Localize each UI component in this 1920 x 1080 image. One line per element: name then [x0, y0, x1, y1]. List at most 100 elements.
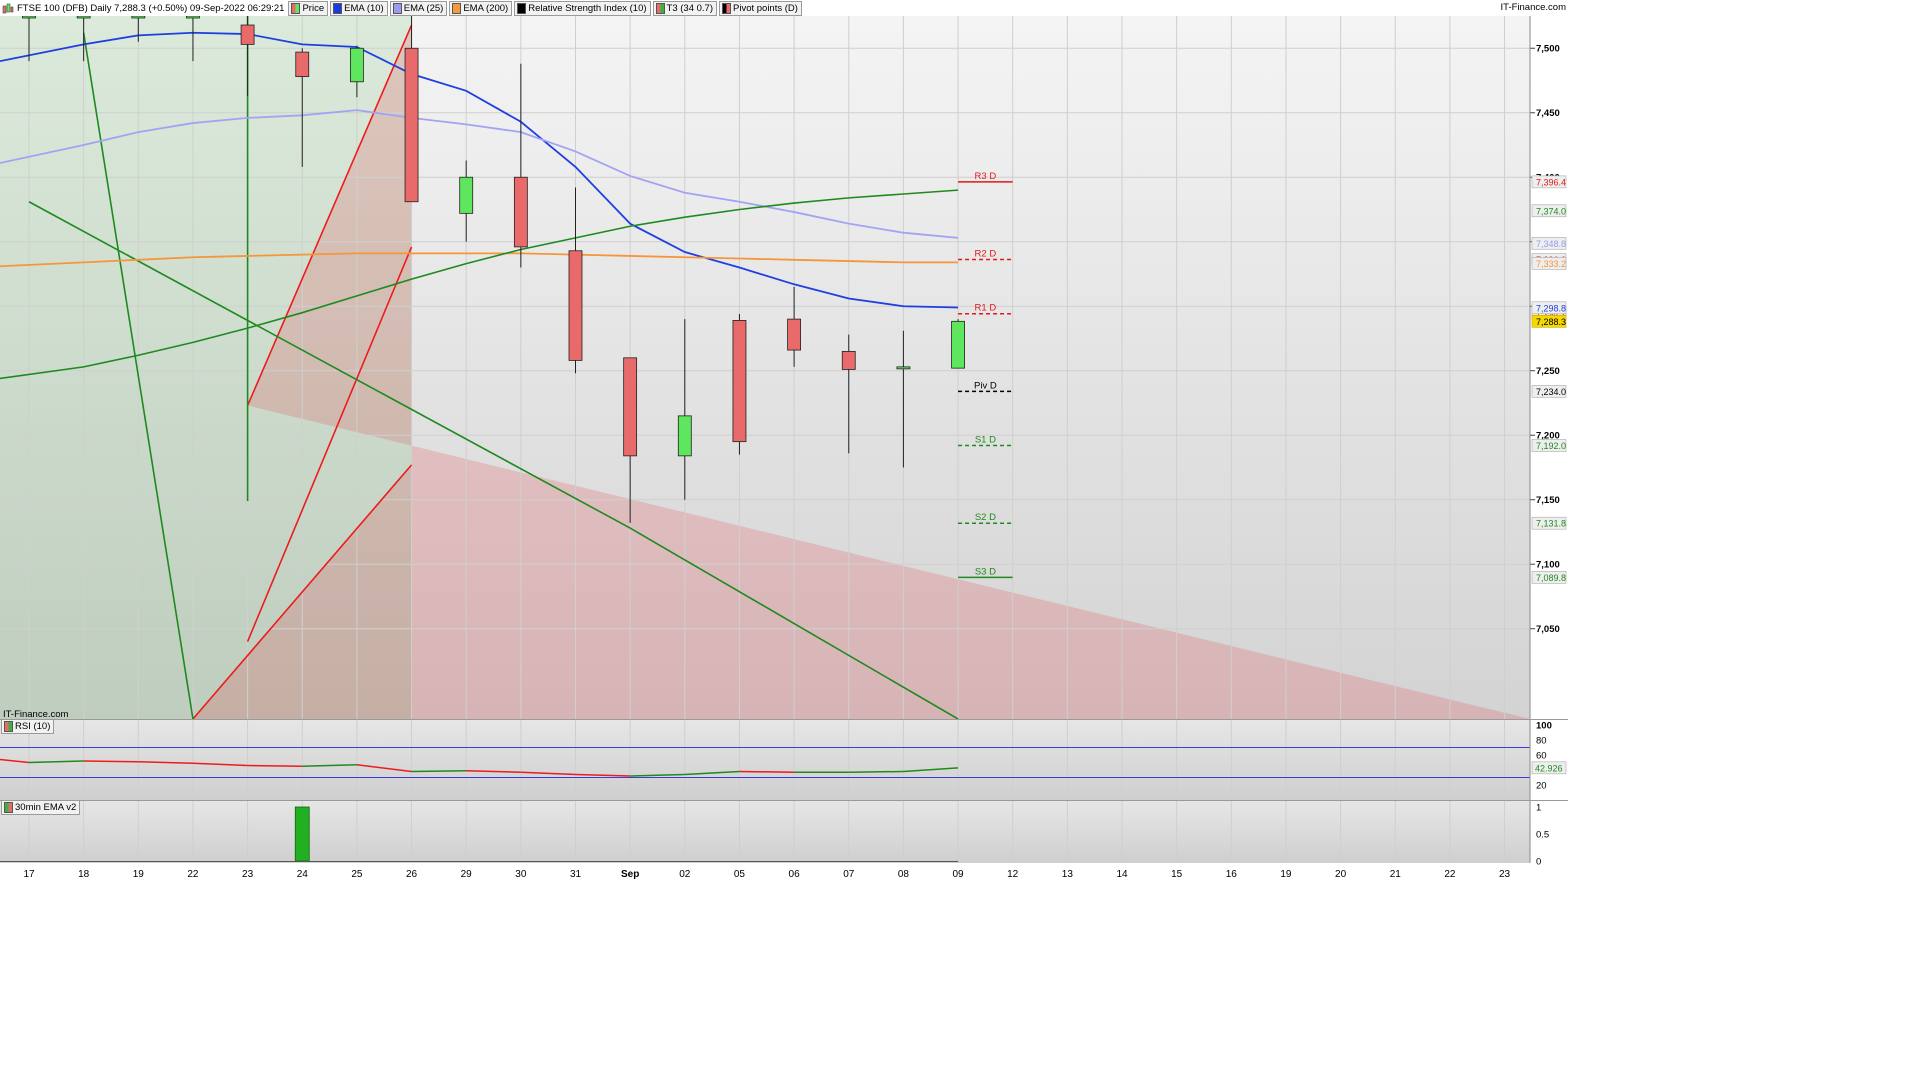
x-tick-label: 14: [1116, 869, 1128, 880]
rsi-panel-title: RSI (10): [15, 721, 51, 732]
legend-item-rsi[interactable]: Relative Strength Index (10): [514, 0, 651, 16]
candle-body: [186, 16, 200, 19]
color-swatch-icon: [517, 2, 527, 14]
color-swatch-icon: [392, 2, 402, 14]
legend-item-pivots[interactable]: Pivot points (D): [719, 0, 802, 16]
candle-icon: [655, 2, 665, 14]
x-tick-label: 05: [734, 869, 746, 880]
candle-body: [349, 47, 364, 83]
chart-title: FTSE 100 (DFB) Daily 7,288.3 (+0.50%) 09…: [17, 2, 285, 14]
legend-label: EMA (200): [463, 2, 509, 14]
candle-body: [787, 318, 801, 351]
signal-tick-label: 0: [1536, 857, 1541, 868]
x-tick-label: 09: [952, 869, 964, 880]
x-tick-label: 23: [242, 869, 254, 880]
candle-body: [22, 16, 36, 19]
pivot-label: Piv D: [974, 380, 997, 391]
x-tick-label: 16: [1226, 869, 1238, 880]
x-tick-label: 07: [843, 869, 855, 880]
pivot-value-tag: 7,192.0: [1536, 441, 1566, 451]
pivot-label: R2 D: [975, 249, 997, 260]
pivot-label: S3 D: [975, 566, 996, 577]
rsi-tick-label: 80: [1536, 736, 1547, 747]
candle-icon: [4, 721, 13, 732]
x-tick-label: 21: [1390, 869, 1402, 880]
rsi-segment: [739, 770, 795, 773]
rsi-panel-label[interactable]: RSI (10): [1, 719, 55, 734]
signal-tick-label: 1: [1536, 803, 1541, 814]
value-tag: 7,333.2: [1536, 259, 1566, 269]
chart-header: FTSE 100 (DFB) Daily 7,288.3 (+0.50%) 09…: [0, 0, 804, 16]
color-swatch-icon: [452, 2, 462, 14]
x-tick-label: 25: [351, 869, 363, 880]
x-tick-label: 13: [1062, 869, 1074, 880]
x-tick-label: 19: [1280, 869, 1292, 880]
pivot-value-tag: 7,396.4: [1536, 177, 1566, 187]
legend-item-ema200[interactable]: EMA (200): [449, 0, 513, 16]
candle-body: [240, 24, 255, 45]
rsi-segment: [247, 764, 303, 767]
value-tag: 7,298.8: [1536, 303, 1566, 313]
x-tick-label: 26: [406, 869, 418, 880]
chart-canvas: R3 D R2 D R1 D Piv D S1 D S2 D S3 D 7,050 7,100…: [0, 16, 1568, 882]
candle-body: [732, 320, 747, 443]
y-tick-label: 7,450: [1536, 108, 1560, 119]
candle-body: [896, 366, 911, 370]
legend-item-ema25[interactable]: EMA (25): [389, 0, 448, 16]
value-tag: 7,288.3: [1536, 317, 1566, 327]
y-tick-label: 7,250: [1536, 366, 1560, 377]
brand-label: IT-Finance.com: [1500, 2, 1566, 13]
candle-body: [677, 415, 692, 457]
rsi-last-value: 42.926: [1535, 763, 1563, 773]
legend-item-t3[interactable]: T3 (34 0.7): [652, 0, 717, 16]
legend-label: Pivot points (D): [733, 2, 798, 14]
rsi-tick-label: 60: [1536, 751, 1547, 762]
legend-item-price[interactable]: Price: [288, 0, 329, 16]
ema-panel-label[interactable]: 30min EMA v2: [1, 800, 81, 815]
x-tick-label: 19: [133, 869, 145, 880]
candle-body: [951, 320, 965, 369]
app-candle-icon: [2, 3, 14, 14]
signal-tick-label: 0.5: [1536, 830, 1549, 841]
legend-item-ema10[interactable]: EMA (10): [330, 0, 388, 16]
candle-icon: [291, 2, 301, 14]
x-tick-label: 20: [1335, 869, 1347, 880]
x-tick-label: 29: [461, 869, 473, 880]
pivot-label: S2 D: [975, 512, 996, 523]
candle-body: [841, 350, 856, 370]
legend-label: Relative Strength Index (10): [528, 2, 647, 14]
pivot-value-tag: 7,089.8: [1536, 573, 1566, 583]
rsi-segment: [411, 770, 467, 773]
rsi-tick-label: 100: [1536, 721, 1552, 732]
ema-panel-title: 30min EMA v2: [15, 802, 77, 813]
x-tick-label: 31: [570, 869, 582, 880]
legend-label: T3 (34 0.7): [666, 2, 713, 14]
y-tick-label: 7,050: [1536, 624, 1560, 635]
pivot-value-tag: 7,131.8: [1536, 519, 1566, 529]
legend-label: EMA (10): [344, 2, 384, 14]
x-tick-label: 23: [1499, 869, 1511, 880]
x-tick-label: 24: [297, 869, 309, 880]
candle-body: [404, 47, 419, 203]
y-tick-label: 7,500: [1536, 44, 1560, 55]
value-tag: 7,348.8: [1536, 239, 1566, 249]
signal-bar: [294, 806, 310, 862]
candle-body: [513, 176, 528, 248]
legend-label: EMA (25): [403, 2, 444, 14]
candle-body: [76, 16, 91, 19]
x-tick-label: 02: [679, 869, 691, 880]
x-tick-label: Sep: [621, 869, 639, 880]
value-tag: 7,374.0: [1536, 206, 1566, 216]
rsi-segment: [83, 760, 139, 763]
pivot-value-tag: 7,234.0: [1536, 387, 1566, 397]
rsi-tick-label: 20: [1536, 781, 1547, 792]
candle-body: [295, 51, 310, 78]
x-tick-label: 30: [515, 869, 527, 880]
y-tick-label: 7,150: [1536, 495, 1560, 506]
x-tick-label: 12: [1007, 869, 1019, 880]
x-tick-label: 22: [1444, 869, 1456, 880]
x-tick-label: 15: [1171, 869, 1183, 880]
x-tick-label: 06: [789, 869, 801, 880]
candle-body: [623, 357, 638, 457]
candle-body: [568, 250, 583, 361]
